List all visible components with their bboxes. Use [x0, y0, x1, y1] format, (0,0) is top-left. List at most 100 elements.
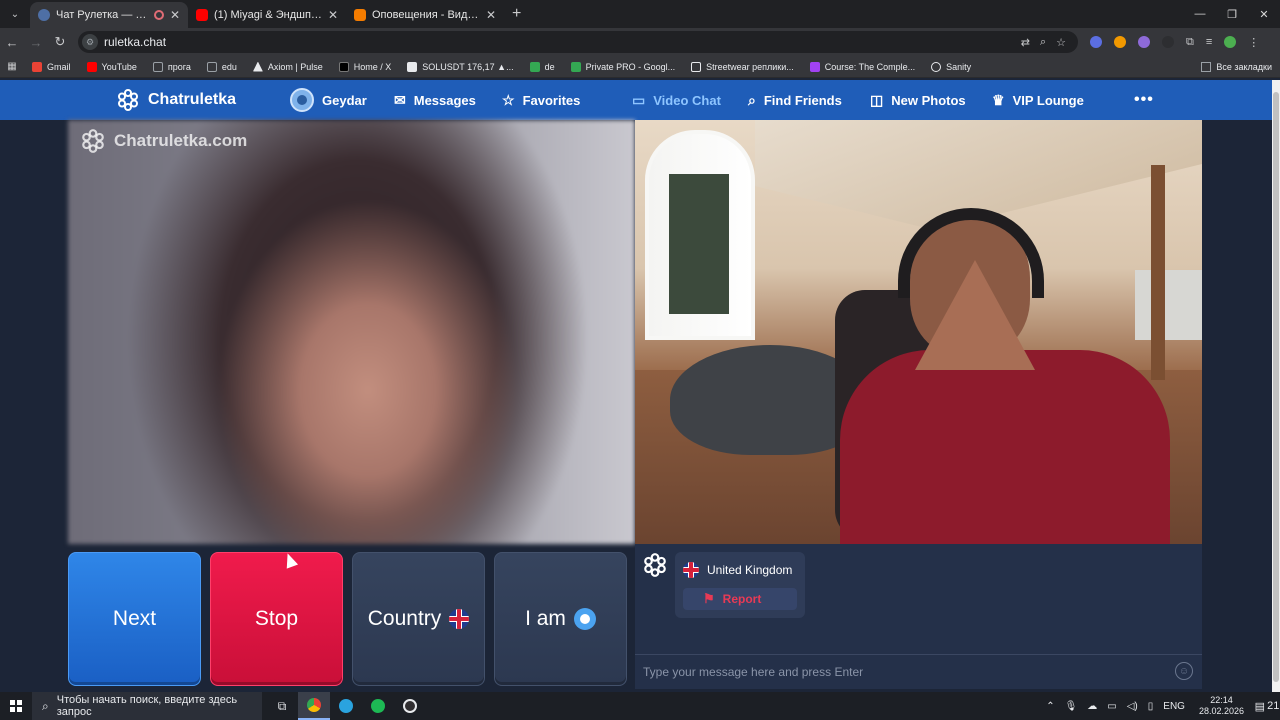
- extension-icon[interactable]: [1114, 35, 1126, 48]
- bookmark-sanity[interactable]: Sanity: [923, 61, 979, 72]
- camera-icon: ◫: [870, 91, 884, 108]
- gender-button[interactable]: I am: [494, 552, 627, 686]
- chat-message-input[interactable]: [643, 660, 1163, 684]
- nav-favorites[interactable]: ☆ Favorites: [502, 80, 580, 120]
- extension-icon[interactable]: [1090, 35, 1102, 48]
- task-view-icon[interactable]: ⧉: [266, 692, 298, 720]
- bookmark-x[interactable]: Home / X: [331, 61, 400, 72]
- all-bookmarks[interactable]: Все закладки: [1201, 56, 1272, 78]
- zoom-icon[interactable]: ⌕: [1040, 36, 1046, 49]
- extensions-icon[interactable]: ⧉: [1186, 36, 1194, 49]
- translate-icon[interactable]: ⇄: [1021, 36, 1030, 49]
- browser-tab-2[interactable]: (1) Miyagi & Эндшпиль - ANAR... ✕: [188, 2, 346, 28]
- scrollbar-thumb[interactable]: [1273, 92, 1279, 682]
- nav-profile[interactable]: Geydar: [290, 80, 367, 120]
- browser-tab-1[interactable]: Чат Рулетка — знакомств... ✕: [30, 2, 188, 28]
- bookmark-label: Home / X: [353, 61, 392, 72]
- media-icon[interactable]: ≡: [1206, 36, 1212, 49]
- crown-icon: ♛: [992, 91, 1005, 108]
- nav-new-photos-label: New Photos: [891, 92, 966, 108]
- clock-time: 22:14: [1210, 695, 1233, 705]
- nav-video-chat[interactable]: ▭ Video Chat: [632, 80, 721, 120]
- battery-icon[interactable]: ▯: [1148, 701, 1154, 712]
- restore-icon[interactable]: ❐: [1216, 0, 1248, 28]
- bookmark-solusdt[interactable]: SOLUSDT 176,17 ▲...: [399, 61, 521, 72]
- browser-tab-3[interactable]: Оповещения - Виджеты - Don... ✕: [346, 2, 504, 28]
- microphone-icon[interactable]: 🎙: [1065, 701, 1078, 712]
- close-window-icon[interactable]: ✕: [1248, 0, 1280, 28]
- brand-logo[interactable]: Chatruletka: [116, 80, 236, 120]
- site-info-icon[interactable]: ⚙: [82, 34, 98, 50]
- menu-icon[interactable]: ⋮: [1248, 36, 1259, 49]
- bookmark-private-pro[interactable]: Private PRO - Googl...: [563, 61, 684, 72]
- start-button[interactable]: [0, 692, 32, 720]
- report-button[interactable]: ⚑ Report: [683, 588, 797, 610]
- tab-title: (1) Miyagi & Эндшпиль - ANAR...: [214, 9, 322, 21]
- tab-search-button[interactable]: ⌄: [4, 3, 26, 25]
- bookmark-gmail[interactable]: Gmail: [24, 61, 79, 72]
- search-icon: ⌕: [748, 91, 756, 108]
- address-bar[interactable]: ⚙ ruletka.chat ⇄ ⌕ ☆: [78, 31, 1078, 53]
- page-scrollbar[interactable]: [1272, 80, 1280, 692]
- youtube-favicon: [196, 9, 208, 21]
- chrome-icon[interactable]: [298, 692, 330, 720]
- extension-icon[interactable]: [1138, 35, 1150, 48]
- chevron-up-icon[interactable]: ⌃: [1046, 701, 1054, 712]
- emoji-icon[interactable]: ☺: [1175, 662, 1193, 680]
- bookmark-label: прога: [167, 61, 191, 72]
- new-tab-button[interactable]: +: [512, 5, 521, 23]
- nav-vip-lounge[interactable]: ♛ VIP Lounge: [992, 80, 1084, 120]
- extension-icon[interactable]: [1162, 35, 1174, 48]
- tab-title: Оповещения - Виджеты - Don...: [372, 9, 480, 21]
- spotify-icon[interactable]: [362, 692, 394, 720]
- close-icon[interactable]: ✕: [328, 8, 338, 22]
- onedrive-icon[interactable]: ☁: [1087, 701, 1097, 712]
- axiom-icon: [252, 61, 263, 72]
- divider: [635, 654, 1202, 655]
- person-shirt: [840, 350, 1170, 544]
- gender-button-label: I am: [525, 607, 566, 630]
- minimize-icon[interactable]: —: [1184, 0, 1216, 28]
- back-icon[interactable]: ←: [0, 35, 24, 50]
- star-icon: ☆: [502, 91, 515, 108]
- report-label: Report: [722, 592, 762, 606]
- country-button[interactable]: Country: [352, 552, 485, 686]
- bookmark-axiom[interactable]: Axiom | Pulse: [245, 61, 331, 72]
- taskbar-search[interactable]: ⌕ Чтобы начать поиск, введите здесь запр…: [32, 692, 262, 720]
- notifications-button[interactable]: ▤ 21: [1254, 700, 1280, 713]
- star-icon[interactable]: ☆: [1056, 36, 1066, 49]
- nav-messages[interactable]: ✉ Messages: [394, 80, 476, 120]
- nav-new-photos[interactable]: ◫ New Photos: [870, 80, 966, 120]
- obs-icon[interactable]: [394, 692, 426, 720]
- bookmark-folder-proga[interactable]: прога: [145, 61, 199, 72]
- telegram-icon[interactable]: [330, 692, 362, 720]
- close-icon[interactable]: ✕: [486, 8, 496, 22]
- language-indicator[interactable]: ENG: [1163, 701, 1185, 712]
- uk-flag-icon: [683, 562, 699, 578]
- clock[interactable]: 22:14 28.02.2026: [1199, 695, 1244, 717]
- taskbar-apps: ⧉: [266, 692, 426, 720]
- youtube-icon: [86, 61, 97, 72]
- bookmark-folder-edu[interactable]: edu: [199, 61, 245, 72]
- windows-logo-icon: [10, 700, 22, 712]
- next-button[interactable]: Next: [68, 552, 201, 686]
- nav-find-friends[interactable]: ⌕ Find Friends: [748, 80, 842, 120]
- stop-button[interactable]: Stop: [210, 552, 343, 686]
- more-menu-button[interactable]: •••: [1134, 80, 1154, 120]
- room-bed: [1135, 270, 1202, 340]
- reload-icon[interactable]: ↻: [48, 34, 72, 50]
- self-video: [635, 120, 1202, 544]
- bookmark-streetwear[interactable]: Streetwear реплики...: [683, 61, 802, 72]
- bookmark-de[interactable]: de: [522, 61, 563, 72]
- bookmark-course[interactable]: Course: The Comple...: [802, 61, 923, 72]
- donationalerts-favicon: [354, 9, 366, 21]
- bookmark-youtube[interactable]: YouTube: [79, 61, 145, 72]
- forward-icon[interactable]: →: [24, 35, 48, 50]
- country-button-label: Country: [367, 607, 442, 630]
- apps-icon[interactable]: ▦: [0, 61, 24, 72]
- bookmark-label: SOLUSDT 176,17 ▲...: [422, 61, 514, 72]
- profile-avatar-icon[interactable]: [1224, 35, 1237, 48]
- network-icon[interactable]: ▭: [1107, 701, 1116, 712]
- close-icon[interactable]: ✕: [170, 8, 180, 22]
- volume-icon[interactable]: ◁): [1127, 701, 1138, 712]
